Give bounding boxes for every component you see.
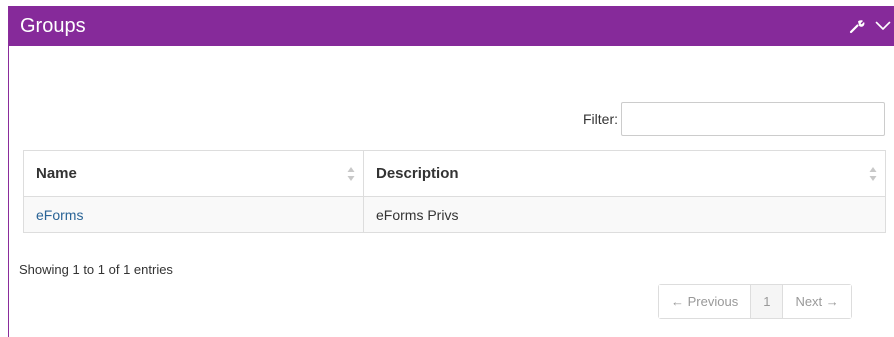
- next-button[interactable]: Next →: [782, 285, 851, 318]
- groups-panel: Groups Filter: Name Description eForms e…: [8, 6, 894, 337]
- cell-name: eForms: [23, 196, 364, 233]
- groups-table: Name Description eForms eForms Privs: [23, 150, 886, 233]
- sort-icon: [869, 167, 877, 181]
- column-header-name[interactable]: Name: [23, 150, 364, 197]
- wrench-icon[interactable]: [847, 16, 867, 36]
- filter-row: Filter:: [583, 102, 885, 136]
- previous-button[interactable]: ← Previous: [659, 285, 751, 318]
- table-header-row: Name Description: [23, 150, 886, 197]
- table-info: Showing 1 to 1 of 1 entries: [19, 262, 173, 277]
- column-header-label: Description: [376, 165, 459, 182]
- page: Groups Filter: Name Description eForms e…: [0, 0, 894, 337]
- column-header-label: Name: [36, 165, 77, 182]
- panel-title: Groups: [20, 15, 86, 37]
- pagination: ← Previous 1 Next →: [658, 284, 852, 319]
- column-header-description[interactable]: Description: [363, 150, 886, 197]
- panel-header: Groups: [9, 6, 894, 46]
- group-link[interactable]: eForms: [36, 207, 83, 223]
- filter-input[interactable]: [621, 102, 885, 136]
- page-1-button[interactable]: 1: [750, 285, 783, 318]
- filter-label: Filter:: [583, 111, 618, 127]
- sort-icon: [347, 167, 355, 181]
- chevron-down-icon[interactable]: [873, 16, 893, 36]
- table-row: eForms eForms Privs: [23, 196, 886, 233]
- cell-description: eForms Privs: [363, 196, 886, 233]
- header-tools: [847, 16, 893, 36]
